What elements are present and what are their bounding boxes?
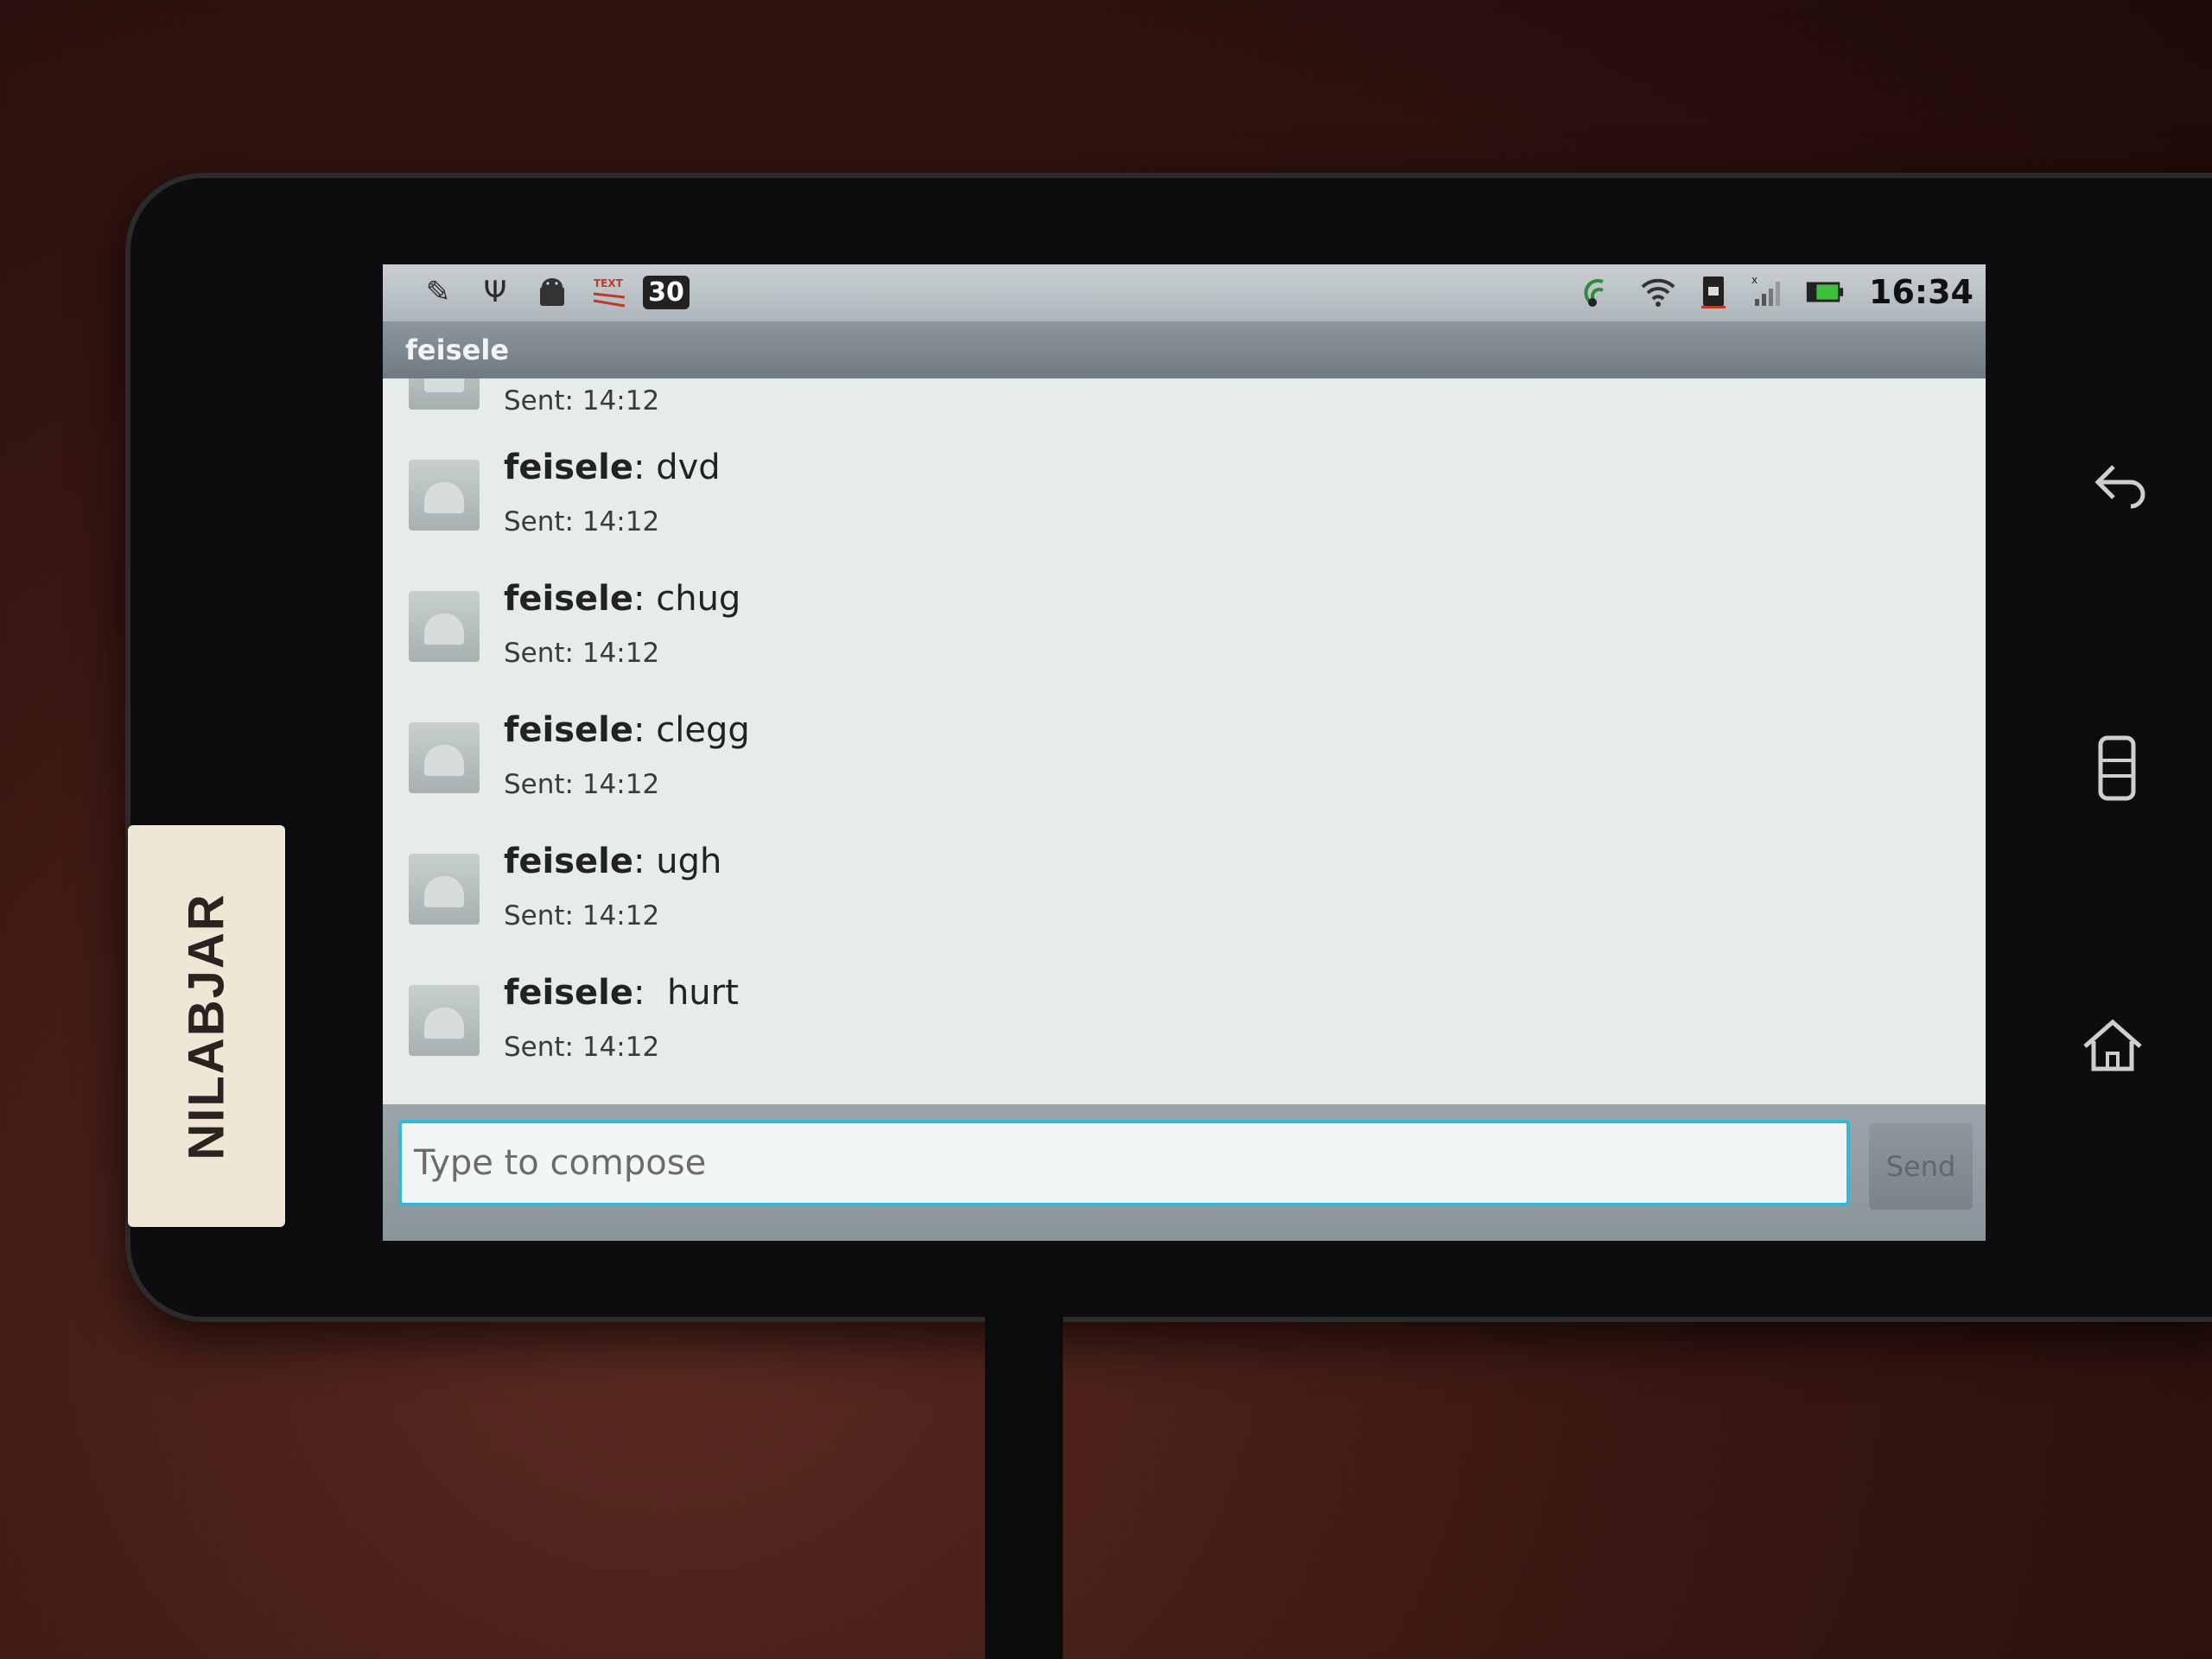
clock: 16:34 [1869,273,1974,311]
avatar [409,460,480,531]
sync-icon [1582,271,1624,313]
message-body: : clegg [633,710,750,750]
message-list[interactable]: Sent: 14:12 feisele: dvd Sent: 14:12 fei… [383,378,1986,1104]
text-icon: TEXT [588,271,630,313]
message-sender: feisele [504,579,634,619]
avatar [409,985,480,1056]
pencil-icon: ✎ [425,275,451,309]
list-item[interactable]: feisele: chug Sent: 14:12 [409,570,1446,700]
message-text: feisele: clegg [504,710,750,750]
device-sticker: NILABJAR [128,825,285,1227]
list-item[interactable]: Sent: 14:12 [409,378,1446,448]
message-body: : dvd [633,448,721,487]
message-time: Sent: 14:12 [504,506,660,537]
message-text: feisele: dvd [504,448,721,487]
message-time: Sent: 14:12 [504,638,660,669]
list-item[interactable]: feisele: ugh Sent: 14:12 [409,833,1446,963]
menu-icon[interactable] [2095,734,2139,818]
usb-cable [985,1313,1063,1659]
message-time: Sent: 14:12 [504,769,660,800]
message-sender: feisele [504,710,634,750]
send-button[interactable]: Send [1869,1123,1973,1210]
message-sender: feisele [504,842,634,881]
back-icon[interactable] [2091,454,2152,524]
message-sender: feisele [504,973,634,1013]
svg-text:x: x [1751,274,1758,286]
wifi-icon [1637,271,1679,313]
message-body: : ugh [633,842,722,881]
android-icon [531,271,573,313]
calendar-icon: 30 [643,271,690,313]
avatar [409,378,480,410]
message-text: feisele: hurt [504,973,739,1013]
svg-text:TEXT: TEXT [594,277,624,289]
avatar [409,591,480,662]
avatar [409,854,480,925]
message-time: Sent: 14:12 [504,1032,660,1063]
message-sender: feisele [504,448,634,487]
list-item[interactable]: feisele: clegg Sent: 14:12 [409,702,1446,831]
usb-icon: Ψ [483,275,507,309]
list-item[interactable]: feisele: dvd Sent: 14:12 [409,439,1446,569]
conversation-title: feisele [383,321,1986,378]
status-bar[interactable]: ✎ Ψ TEXT 30 x 16:34 [383,264,1986,321]
avatar [409,722,480,793]
list-item[interactable]: feisele: hurt Sent: 14:12 [409,964,1446,1094]
message-time: Sent: 14:12 [504,900,660,931]
battery-icon [1803,271,1845,313]
message-time: Sent: 14:12 [504,385,660,416]
message-body: : hurt [633,973,739,1013]
sim-icon [1693,271,1734,313]
message-text: feisele: chug [504,579,741,619]
sticker-label: NILABJAR [178,892,235,1160]
signal-icon: x [1748,271,1789,313]
message-text: feisele: ugh [504,842,721,881]
phone-screen: ✎ Ψ TEXT 30 x 16:34 feisele Sent: 14:12 … [383,264,1986,1241]
calendar-badge: 30 [643,275,690,309]
compose-input[interactable]: Type to compose [398,1120,1850,1206]
home-icon[interactable] [2078,1015,2147,1090]
message-body: : chug [633,579,741,619]
compose-bar: Type to compose Send [383,1104,1986,1241]
